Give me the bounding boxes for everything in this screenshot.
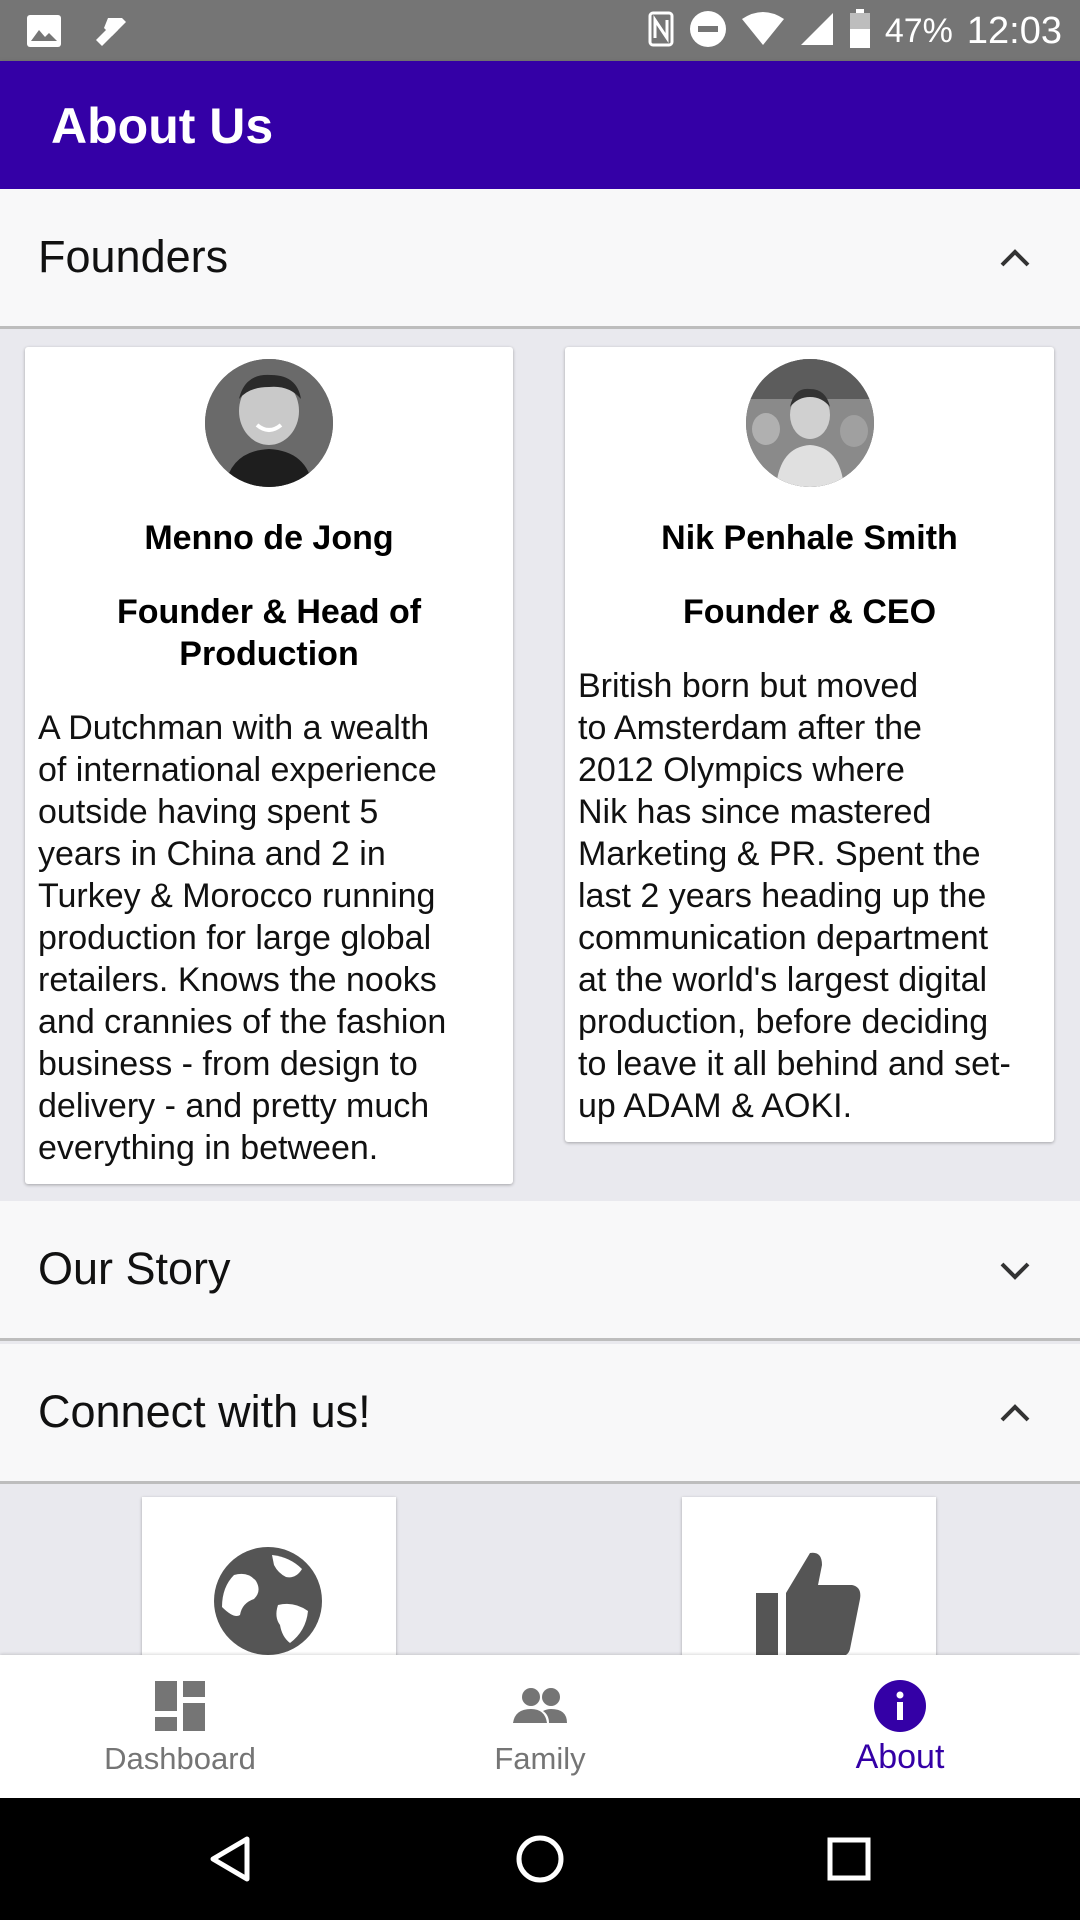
founder-role: Founder & CEO xyxy=(682,593,937,631)
bio-line: years in China and 2 in xyxy=(38,835,386,873)
founders-section-header[interactable]: Founders xyxy=(0,189,1080,329)
bio-line: Marketing & PR. Spent the xyxy=(578,835,981,873)
bio-line: retailers. Knows the nooks xyxy=(38,961,437,999)
bio-line: and crannies of the fashion xyxy=(38,1003,447,1041)
battery-icon xyxy=(849,8,871,54)
recents-icon[interactable] xyxy=(823,1833,875,1885)
chevron-up-icon[interactable] xyxy=(990,233,1040,283)
founder-card: Menno de Jong Founder & Head of Producti… xyxy=(25,347,513,1184)
battery-percent: 47% xyxy=(884,11,953,50)
bio-line: everything in between. xyxy=(38,1129,379,1167)
bio-line: A Dutchman with a wealth xyxy=(38,709,430,747)
bio-line: production, before deciding xyxy=(578,1003,989,1041)
bio-line: British born but moved xyxy=(578,667,919,705)
bio-line: up ADAM & AOKI. xyxy=(578,1087,853,1125)
nav-label: About xyxy=(855,1738,945,1776)
thumbs-up-icon xyxy=(756,1552,861,1657)
dashboard-icon xyxy=(155,1681,205,1731)
wifi-icon xyxy=(741,11,785,52)
bio-line: 2012 Olympics where xyxy=(578,751,905,789)
app-bar: About Us xyxy=(0,61,1080,189)
people-icon xyxy=(513,1688,567,1723)
section-title: Our Story xyxy=(38,1243,231,1294)
nav-item-family[interactable]: Family xyxy=(360,1655,720,1798)
nav-item-dashboard[interactable]: Dashboard xyxy=(0,1655,360,1798)
facebook-link-card[interactable] xyxy=(682,1497,936,1657)
founder-avatar xyxy=(745,359,874,487)
info-icon xyxy=(874,1680,926,1732)
bio-line: outside having spent 5 xyxy=(38,793,379,831)
bio-line: last 2 years heading up the xyxy=(578,877,987,915)
bottom-navigation: Dashboard Family About xyxy=(0,1655,1080,1798)
system-navigation-bar xyxy=(0,1798,1080,1920)
founder-name: Nik Penhale Smith xyxy=(661,519,958,557)
section-title: Founders xyxy=(38,231,229,282)
bio-line: Nik has since mastered xyxy=(578,793,932,831)
chevron-down-icon[interactable] xyxy=(990,1245,1040,1295)
bio-line: at the world's largest digital xyxy=(578,961,988,999)
bio-line: to Amsterdam after the xyxy=(578,709,922,747)
founder-card: Nik Penhale Smith Founder & CEO British … xyxy=(565,347,1054,1142)
clock: 12:03 xyxy=(966,9,1062,52)
nav-item-about[interactable]: About xyxy=(720,1655,1080,1798)
founder-role: Founder & Head of Production xyxy=(116,593,422,673)
globe-icon xyxy=(214,1547,322,1655)
bio-line: to leave it all behind and set- xyxy=(578,1045,1011,1083)
bio-line: communication department xyxy=(578,919,989,957)
founder-avatar xyxy=(205,359,333,487)
bio-line: delivery - and pretty much xyxy=(38,1087,430,1125)
back-icon[interactable] xyxy=(205,1833,257,1885)
founder-bio: A Dutchman with a wealth of internationa… xyxy=(38,707,503,1169)
image-notification-icon xyxy=(26,14,62,53)
home-icon[interactable] xyxy=(514,1833,566,1885)
connect-section-header[interactable]: Connect with us! xyxy=(0,1344,1080,1484)
nav-label: Family xyxy=(494,1741,586,1776)
chevron-up-icon[interactable] xyxy=(990,1388,1040,1438)
status-bar: 47% 12:03 xyxy=(0,0,1080,61)
nfc-icon xyxy=(647,10,675,53)
nav-label: Dashboard xyxy=(104,1741,256,1776)
bio-line: Turkey & Morocco running xyxy=(38,877,436,915)
signal-icon xyxy=(799,11,835,52)
section-title: Connect with us! xyxy=(38,1386,371,1437)
page-title: About Us xyxy=(51,98,274,154)
website-link-card[interactable] xyxy=(142,1497,396,1657)
bio-line: of international experience xyxy=(38,751,437,789)
bio-line: production for large global xyxy=(38,919,432,957)
founder-bio: British born but moved to Amsterdam afte… xyxy=(578,665,1044,1127)
bio-line: business - from design to xyxy=(38,1045,418,1083)
our-story-section-header[interactable]: Our Story xyxy=(0,1201,1080,1341)
do-not-disturb-icon xyxy=(689,10,727,53)
tools-notification-icon xyxy=(92,14,128,53)
founder-name: Menno de Jong xyxy=(144,519,394,557)
